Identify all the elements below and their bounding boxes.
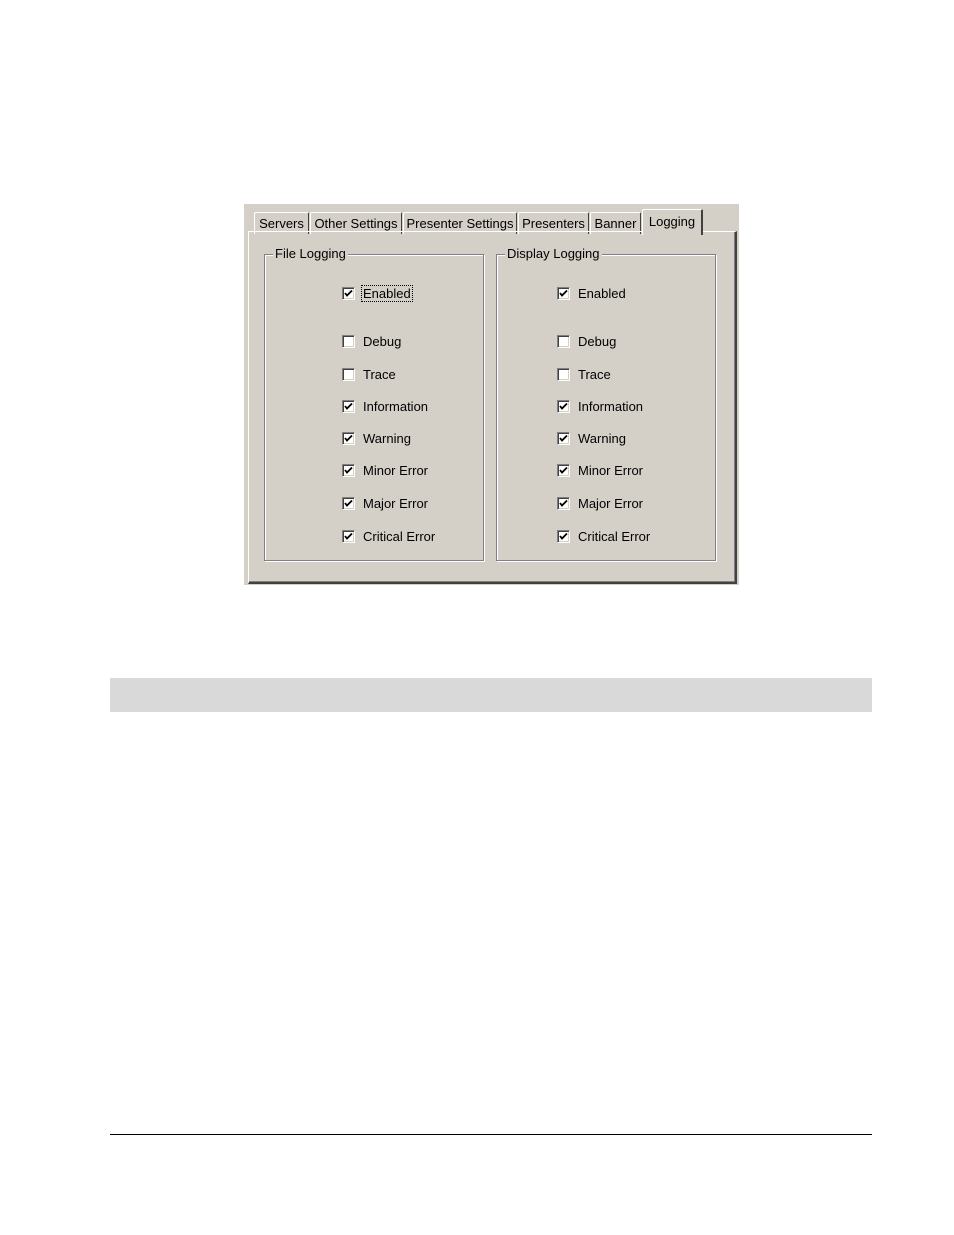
checkbox-label: Warning [578, 430, 626, 446]
checkbox-label: Enabled [361, 284, 413, 302]
file-debug-checkbox[interactable]: Debug [342, 332, 401, 350]
display-trace-checkbox[interactable]: Trace [557, 365, 611, 383]
file-critical-error-checkbox[interactable]: Critical Error [342, 527, 435, 545]
checkbox-checked-icon [342, 463, 355, 477]
checkbox-label: Major Error [578, 495, 644, 511]
checkbox-checked-icon [342, 431, 355, 445]
checkbox-unchecked-icon [342, 334, 355, 348]
section-header-bar [110, 678, 872, 712]
logging-tab-panel: File Logging Enabled Debug Trace Informa… [248, 231, 737, 584]
display-debug-checkbox[interactable]: Debug [557, 332, 616, 350]
checkbox-unchecked-icon [342, 367, 355, 381]
footer-divider [110, 1134, 872, 1135]
checkbox-label: Enabled [578, 285, 626, 301]
checkbox-label: Information [578, 398, 644, 414]
display-logging-group: Display Logging Enabled Debug Trace Info… [496, 246, 716, 561]
display-minor-error-checkbox[interactable]: Minor Error [557, 461, 643, 479]
display-enabled-checkbox[interactable]: Enabled [557, 284, 626, 302]
display-information-checkbox[interactable]: Information [557, 397, 643, 415]
checkbox-checked-icon [557, 463, 570, 477]
checkbox-label: Major Error [363, 495, 429, 511]
checkbox-checked-icon [557, 431, 570, 445]
file-minor-error-checkbox[interactable]: Minor Error [342, 461, 428, 479]
logging-settings-dialog: Servers Other Settings Presenter Setting… [244, 204, 739, 585]
checkbox-label: Trace [578, 366, 611, 382]
checkbox-checked-icon [342, 399, 355, 413]
checkbox-unchecked-icon [557, 367, 570, 381]
checkbox-label: Debug [363, 333, 402, 349]
file-major-error-checkbox[interactable]: Major Error [342, 494, 428, 512]
file-trace-checkbox[interactable]: Trace [342, 365, 396, 383]
checkbox-checked-icon [342, 286, 355, 300]
display-major-error-checkbox[interactable]: Major Error [557, 494, 643, 512]
checkbox-unchecked-icon [557, 334, 570, 348]
checkbox-label: Trace [363, 366, 396, 382]
display-critical-error-checkbox[interactable]: Critical Error [557, 527, 650, 545]
checkbox-label: Minor Error [363, 462, 429, 478]
file-logging-title: File Logging [273, 246, 348, 262]
checkbox-checked-icon [342, 529, 355, 543]
checkbox-label: Critical Error [363, 528, 436, 544]
checkbox-label: Information [363, 398, 429, 414]
checkbox-label: Critical Error [578, 528, 651, 544]
checkbox-label: Minor Error [578, 462, 644, 478]
checkbox-checked-icon [557, 496, 570, 510]
tab-logging[interactable]: Logging [642, 209, 703, 235]
display-warning-checkbox[interactable]: Warning [557, 429, 626, 447]
file-logging-group: File Logging Enabled Debug Trace Informa… [264, 246, 484, 561]
checkbox-checked-icon [342, 496, 355, 510]
file-warning-checkbox[interactable]: Warning [342, 429, 411, 447]
file-enabled-checkbox[interactable]: Enabled [342, 284, 413, 302]
checkbox-label: Debug [578, 333, 617, 349]
checkbox-label: Warning [363, 430, 411, 446]
file-information-checkbox[interactable]: Information [342, 397, 428, 415]
checkbox-checked-icon [557, 286, 570, 300]
checkbox-checked-icon [557, 529, 570, 543]
checkbox-checked-icon [557, 399, 570, 413]
display-logging-title: Display Logging [505, 246, 602, 262]
